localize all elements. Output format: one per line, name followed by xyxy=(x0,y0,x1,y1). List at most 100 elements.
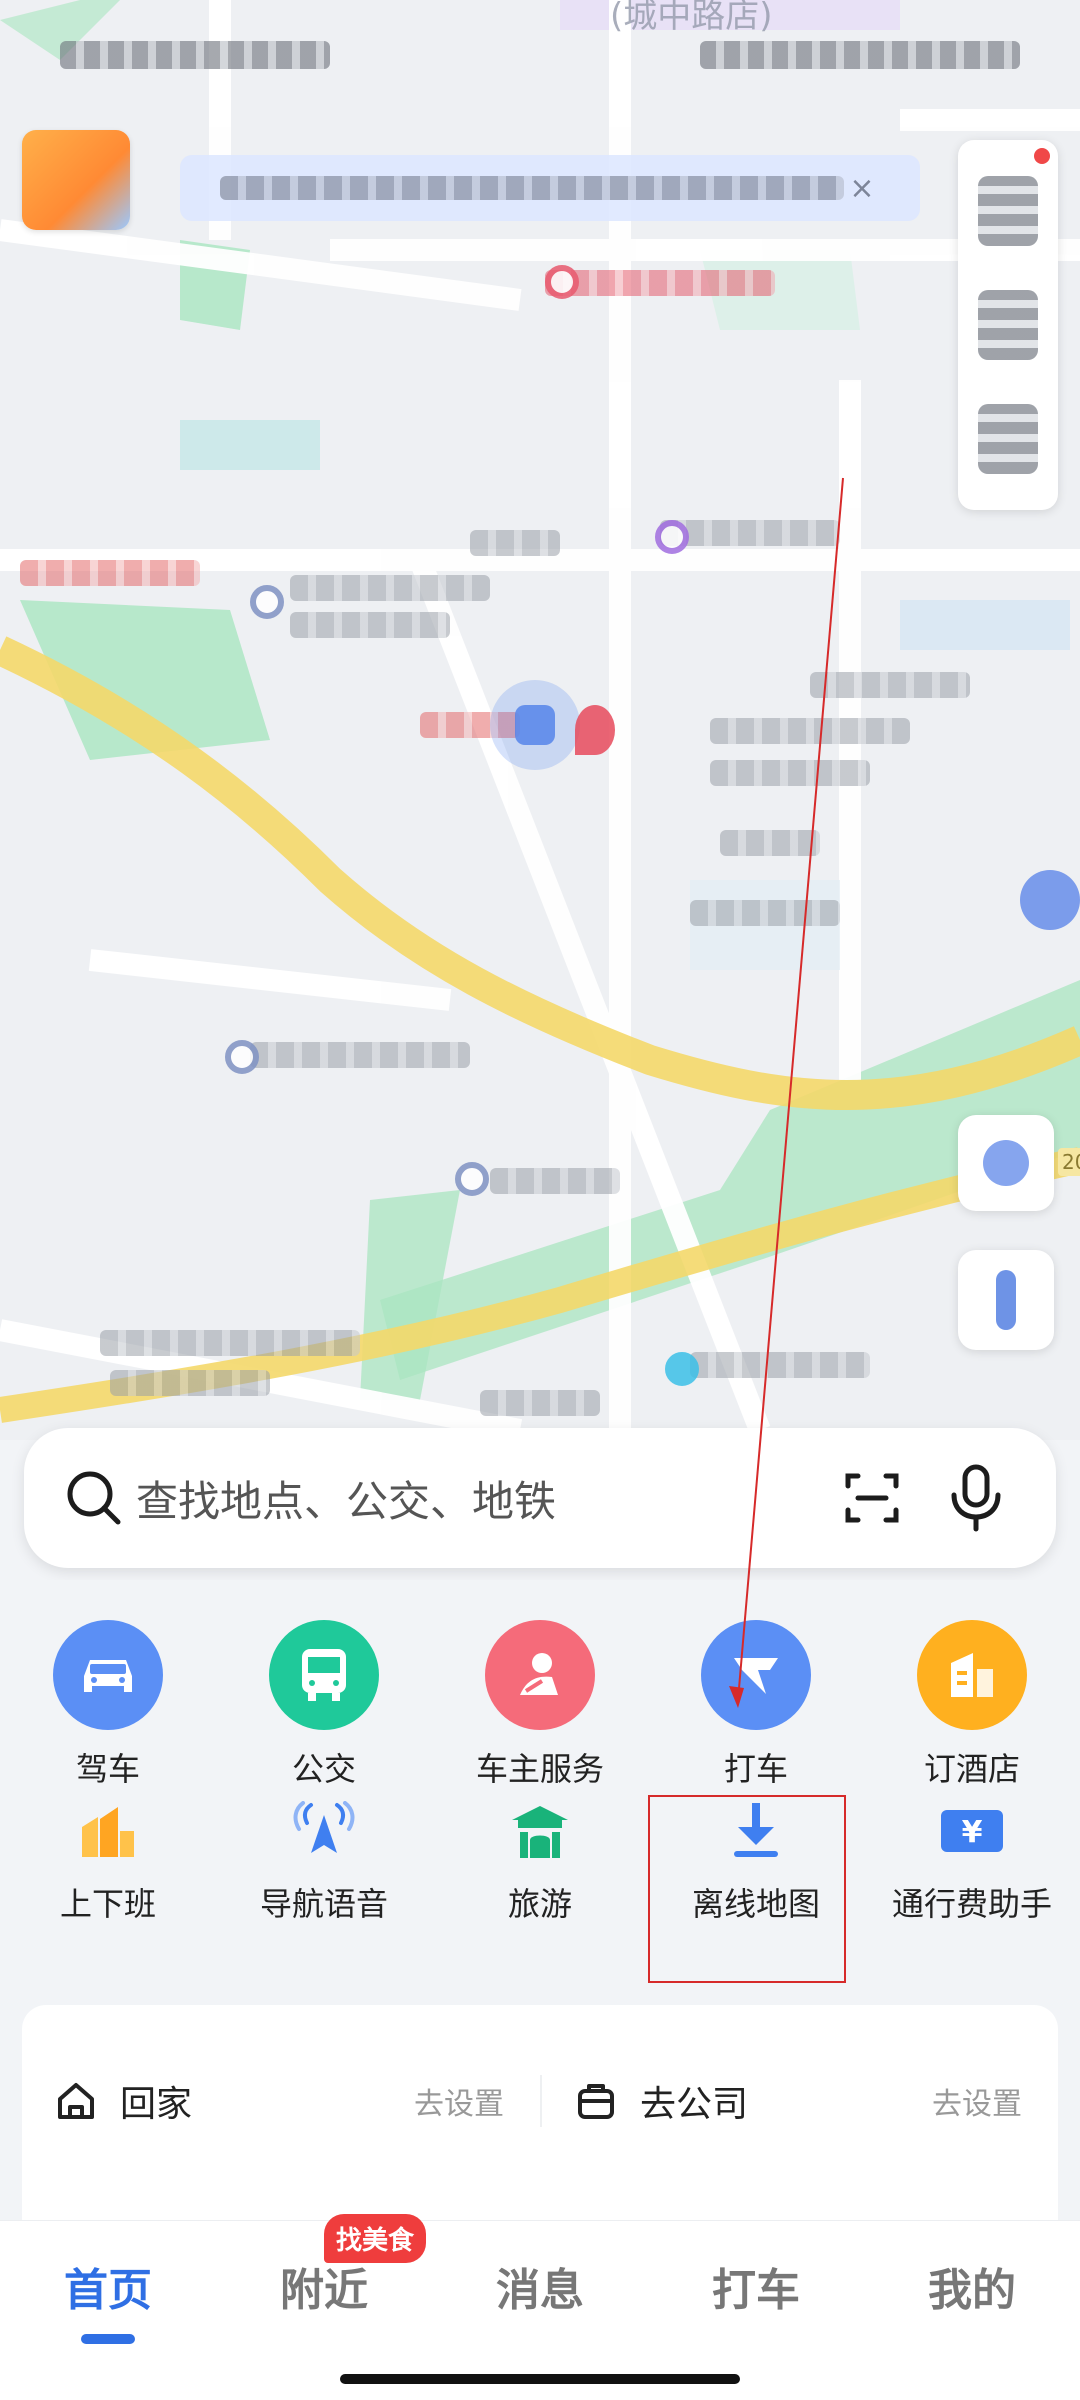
search-input[interactable]: 查找地点、公交、地铁 xyxy=(136,1468,808,1529)
search-icon xyxy=(58,1462,130,1534)
service-commute[interactable]: 上下班 xyxy=(0,1795,216,1925)
tab-label: 我的 xyxy=(928,2265,1016,2316)
briefcase-icon xyxy=(578,2084,614,2119)
location-share-icon[interactable] xyxy=(978,290,1038,360)
map-view[interactable]: (城中路店) × 2 xyxy=(0,0,1080,1440)
tab-me[interactable]: 我的 xyxy=(864,2254,1080,2318)
map-label xyxy=(110,1370,270,1396)
poi-marker[interactable] xyxy=(655,520,689,554)
search-bar[interactable]: 查找地点、公交、地铁 xyxy=(24,1428,1056,1568)
notification-banner[interactable]: × xyxy=(180,155,920,221)
map-label xyxy=(720,830,820,856)
navigation-voice-icon xyxy=(288,1795,360,1867)
current-location-icon[interactable] xyxy=(490,680,580,770)
tab-label: 打车 xyxy=(712,2265,800,2316)
work-set-link[interactable]: 去设置 xyxy=(932,2079,1022,2123)
service-toll[interactable]: ¥ 通行费助手 xyxy=(864,1795,1080,1925)
map-label xyxy=(480,1390,600,1416)
secondary-services: 上下班 导航语音 旅游 离线地图 ¥ 通行费助手 xyxy=(0,1795,1080,1925)
tab-taxi[interactable]: 打车 xyxy=(648,2254,864,2318)
map-street-label: 20 xyxy=(1058,1148,1080,1176)
map-label xyxy=(290,575,490,601)
map-label xyxy=(470,530,560,556)
travel-icon xyxy=(504,1795,576,1867)
close-icon[interactable]: × xyxy=(844,171,880,206)
home-indicator xyxy=(340,2374,740,2384)
service-hotel[interactable]: 订酒店 xyxy=(864,1620,1080,1790)
service-travel[interactable]: 旅游 xyxy=(432,1795,648,1925)
service-taxi[interactable]: 打车 xyxy=(648,1620,864,1790)
status-bar xyxy=(0,0,1080,110)
map-label xyxy=(250,1042,470,1068)
annotation-highlight-box xyxy=(648,1795,846,1983)
service-label: 公交 xyxy=(291,1750,356,1788)
status-time xyxy=(60,41,330,69)
tab-nearby[interactable]: 附近 找美食 xyxy=(216,2214,432,2318)
tab-badge: 找美食 xyxy=(324,2214,427,2263)
tab-label: 附近 xyxy=(280,2265,368,2316)
tab-home[interactable]: 首页 xyxy=(0,2254,216,2344)
poi-marker[interactable] xyxy=(250,585,284,619)
taxi-icon xyxy=(701,1620,811,1730)
service-label: 车主服务 xyxy=(475,1750,604,1788)
service-label: 驾车 xyxy=(75,1750,140,1788)
service-panel: 驾车 公交 车主服务 打车 订酒店 上下班 导航语音 旅游 离线地图 ¥ 通行费… xyxy=(0,1580,1080,2000)
home-icon xyxy=(58,2083,94,2119)
map-label xyxy=(100,1330,360,1356)
home-shortcut[interactable]: 回家 去设置 xyxy=(22,2075,540,2127)
bus-icon xyxy=(269,1620,379,1730)
hotel-icon xyxy=(917,1620,1027,1730)
service-navigation-voice[interactable]: 导航语音 xyxy=(216,1795,432,1925)
scan-icon[interactable] xyxy=(832,1458,912,1538)
work-label: 去公司 xyxy=(640,2084,749,2125)
work-shortcut[interactable]: 去公司 去设置 xyxy=(540,2075,1058,2127)
map-label xyxy=(710,760,870,786)
map-label xyxy=(690,900,840,926)
commute-icon xyxy=(72,1795,144,1867)
tab-label: 首页 xyxy=(64,2265,152,2316)
map-label xyxy=(20,560,200,586)
poi-marker[interactable] xyxy=(225,1040,259,1074)
locate-icon xyxy=(983,1140,1029,1186)
map-label xyxy=(290,612,450,638)
tab-active-indicator xyxy=(81,2334,135,2344)
service-label: 导航语音 xyxy=(259,1885,388,1923)
map-label xyxy=(490,1168,620,1194)
poi-marker[interactable] xyxy=(455,1162,489,1196)
tab-messages[interactable]: 消息 xyxy=(432,2254,648,2318)
notification-dot-icon xyxy=(1034,148,1050,164)
service-bus[interactable]: 公交 xyxy=(216,1620,432,1790)
bottom-tab-bar: 首页 附近 找美食 消息 打车 我的 xyxy=(0,2214,1080,2400)
walk-icon xyxy=(996,1270,1016,1330)
banner-text xyxy=(220,176,844,200)
primary-services: 驾车 公交 车主服务 打车 订酒店 xyxy=(0,1620,1080,1790)
map-label xyxy=(710,718,910,744)
shortcut-card: 回家 去设置 去公司 去设置 xyxy=(22,2005,1058,2220)
svg-text:¥: ¥ xyxy=(962,1815,983,1850)
report-icon[interactable] xyxy=(978,404,1038,474)
poi-marker[interactable] xyxy=(665,1352,699,1386)
driver-service-icon xyxy=(485,1620,595,1730)
user-avatar[interactable] xyxy=(22,130,130,230)
home-label: 回家 xyxy=(120,2084,193,2125)
map-label xyxy=(810,672,970,698)
locate-button[interactable] xyxy=(958,1115,1054,1211)
service-driver-service[interactable]: 车主服务 xyxy=(432,1620,648,1790)
toll-icon: ¥ xyxy=(936,1795,1008,1867)
status-indicators xyxy=(700,41,1020,69)
walk-button[interactable] xyxy=(958,1250,1054,1350)
map-label xyxy=(690,1352,870,1378)
service-label: 通行费助手 xyxy=(891,1885,1052,1923)
service-label: 订酒店 xyxy=(923,1750,1020,1788)
car-icon xyxy=(53,1620,163,1730)
map-label xyxy=(545,270,775,296)
service-drive[interactable]: 驾车 xyxy=(0,1620,216,1790)
home-set-link[interactable]: 去设置 xyxy=(414,2079,504,2123)
layers-icon[interactable] xyxy=(978,176,1038,246)
service-label: 旅游 xyxy=(507,1885,572,1923)
red-pin-icon[interactable] xyxy=(575,705,615,755)
poi-marker[interactable] xyxy=(545,265,579,299)
route-icon[interactable] xyxy=(1020,870,1080,930)
microphone-icon[interactable] xyxy=(936,1458,1016,1538)
service-label: 打车 xyxy=(723,1750,788,1788)
